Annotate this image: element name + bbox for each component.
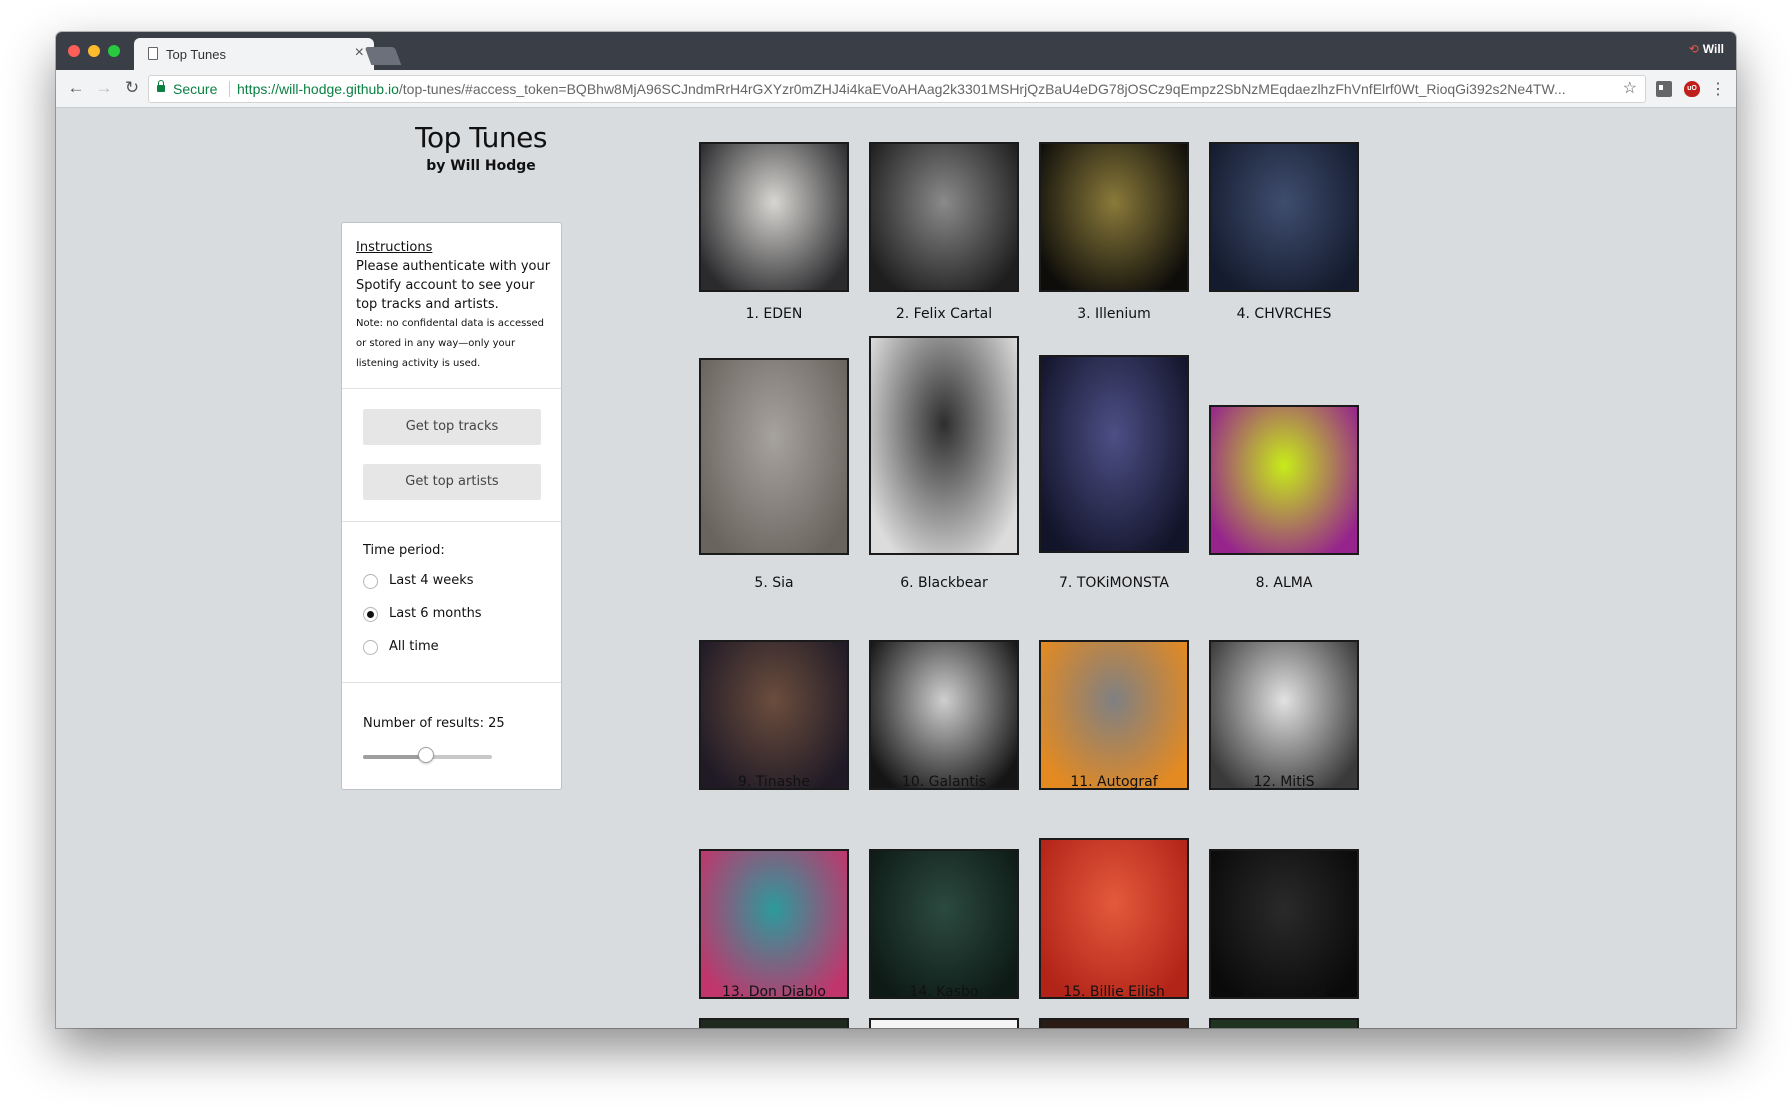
page-title: Top Tunes <box>415 121 547 154</box>
url-host: https://will-hodge.github.io <box>237 81 399 97</box>
tab-strip: Top Tunes × ⟲ Will <box>56 32 1736 70</box>
get-top-tracks-button[interactable]: Get top tracks <box>363 409 541 445</box>
radio-button[interactable] <box>363 607 378 622</box>
artist-name: 10. Galantis <box>901 774 987 790</box>
time-option-label: All time <box>389 639 439 654</box>
artist-photo <box>1039 142 1189 292</box>
results-count-label: Number of results: 25 <box>363 716 505 731</box>
zoom-window-button[interactable] <box>108 45 120 57</box>
artist-photo[interactable] <box>699 1018 849 1028</box>
bookmark-star-icon[interactable]: ☆ <box>1623 76 1637 102</box>
page-byline: by Will Hodge <box>426 158 536 174</box>
privacy-note: Note: no confidental data is accessed or… <box>356 318 545 369</box>
ublock-icon[interactable]: uO <box>1684 81 1700 97</box>
instructions-body: Please authenticate with your Spotify ac… <box>356 259 551 312</box>
time-option-label: Last 4 weeks <box>389 573 474 588</box>
artist-name: 2. Felix Cartal <box>895 306 993 322</box>
artist-photo <box>1209 849 1359 999</box>
artist-name: 9. Tinashe <box>737 774 811 790</box>
time-option-label: Last 6 months <box>389 606 482 621</box>
artist-photo <box>869 336 1019 555</box>
artist-photo <box>1039 355 1189 553</box>
profile-name: Will <box>1702 42 1724 56</box>
controls-panel: Instructions Please authenticate with yo… <box>341 222 562 790</box>
artist-name: 3. Illenium <box>1077 306 1151 322</box>
artist-photo <box>869 142 1019 292</box>
artist-name: 7. TOKiMONSTA <box>1059 575 1169 591</box>
get-top-artists-button[interactable]: Get top artists <box>363 464 541 500</box>
artist-name: 6. Blackbear <box>900 575 988 591</box>
artist-photo[interactable] <box>1039 1018 1189 1028</box>
address-bar[interactable]: Secure https://will-hodge.github.io/top-… <box>148 75 1646 103</box>
more-menu-icon[interactable]: ⋮ <box>1710 79 1726 99</box>
artist-photo <box>1209 640 1359 790</box>
artist-name: 4. CHVRCHES <box>1236 306 1332 322</box>
artist-photo <box>869 640 1019 790</box>
radio-button[interactable] <box>363 640 378 655</box>
artist-name: 5. Sia <box>754 575 794 591</box>
artist-name: 14. Kasbo <box>909 984 979 1000</box>
back-arrow-icon[interactable]: ← <box>66 78 86 98</box>
artist-name: 16. Kaskade <box>1241 984 1327 1000</box>
artist-photo <box>1039 838 1189 999</box>
reload-icon[interactable]: ↻ <box>122 78 142 98</box>
instructions: Instructions Please authenticate with yo… <box>356 238 552 374</box>
results-slider-fill <box>363 755 427 759</box>
browser-toolbar: ← → ↻ Secure https://will-hodge.github.i… <box>56 70 1736 108</box>
radio-button[interactable] <box>363 574 378 589</box>
omnibox-divider <box>229 81 230 97</box>
artist-name: 15. Billie Eilish <box>1063 984 1165 1000</box>
time-period-label: Time period: <box>363 543 445 558</box>
browser-window: Top Tunes × ⟲ Will ← → ↻ Secure https://w… <box>56 32 1736 1028</box>
profile-icon: ⟲ <box>1688 42 1699 56</box>
url-text[interactable]: https://will-hodge.github.io/top-tunes/#… <box>237 76 1597 102</box>
minimize-window-button[interactable] <box>88 45 100 57</box>
artist-photo <box>1209 405 1359 555</box>
page-content: Top Tunes by Will Hodge Instructions Ple… <box>56 109 1736 1028</box>
url-path: /top-tunes/#access_token=BQBhw8MjA96SCJn… <box>398 81 1566 97</box>
artist-photo <box>699 849 849 999</box>
artist-photo <box>699 358 849 555</box>
artist-name: 11. Autograf <box>1070 774 1158 790</box>
secure-label: Secure <box>173 81 218 97</box>
browser-tab-top-tunes[interactable]: Top Tunes × <box>134 38 374 70</box>
divider <box>342 388 561 389</box>
artist-photo[interactable] <box>869 1018 1019 1028</box>
forward-arrow-icon[interactable]: → <box>94 78 114 98</box>
instructions-title: Instructions <box>356 240 433 255</box>
artist-photo <box>1039 640 1189 790</box>
divider <box>342 682 561 683</box>
new-tab-button[interactable] <box>364 47 402 65</box>
divider <box>342 521 561 522</box>
extension-icon[interactable] <box>1656 81 1672 97</box>
close-window-button[interactable] <box>68 45 80 57</box>
profile-button[interactable]: ⟲ Will <box>1689 42 1724 56</box>
tab-title: Top Tunes <box>166 47 226 62</box>
artist-name: 8. ALMA <box>1255 575 1313 591</box>
artist-photo <box>1209 142 1359 292</box>
artist-photo <box>869 849 1019 999</box>
page-header: Top Tunes by Will Hodge <box>341 121 621 174</box>
artist-photo <box>699 640 849 790</box>
results-slider-thumb[interactable] <box>418 747 435 763</box>
lock-icon <box>157 80 165 92</box>
artist-photo[interactable] <box>1209 1018 1359 1028</box>
artist-photo <box>699 142 849 292</box>
artist-name: 12. MitiS <box>1253 774 1315 790</box>
artist-name: 1. EDEN <box>745 306 803 322</box>
artist-name: 13. Don Diablo <box>722 984 826 1000</box>
close-tab-icon[interactable]: × <box>355 44 364 62</box>
document-icon <box>148 47 158 60</box>
